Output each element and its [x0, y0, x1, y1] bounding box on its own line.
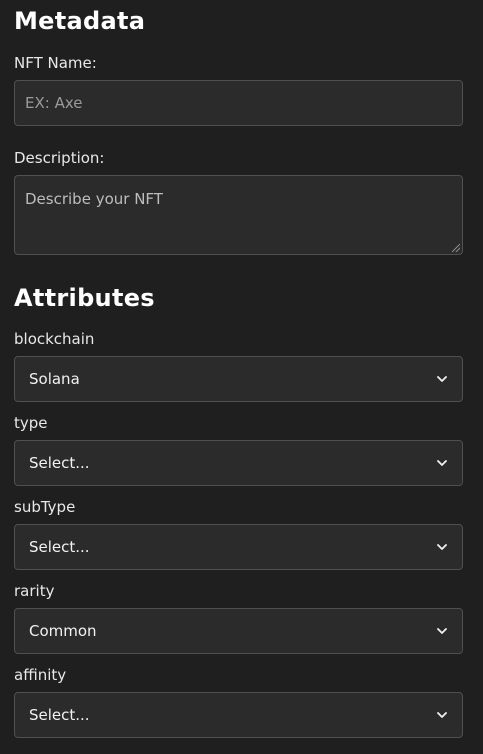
rarity-selected-value: Common — [29, 622, 97, 640]
attributes-heading: Attributes — [14, 284, 155, 312]
blockchain-selected-value: Solana — [29, 370, 80, 388]
description-textarea[interactable]: Describe your NFT — [14, 175, 463, 255]
type-select[interactable]: Select... — [14, 440, 463, 486]
nft-name-placeholder: EX: Axe — [25, 94, 83, 112]
blockchain-select[interactable]: Solana — [14, 356, 463, 402]
subtype-label: subType — [14, 498, 76, 516]
affinity-selected-value: Select... — [29, 706, 90, 724]
resize-grip-icon[interactable] — [452, 244, 460, 252]
chevron-down-icon — [436, 457, 448, 469]
chevron-down-icon — [436, 709, 448, 721]
nft-name-label: NFT Name: — [14, 54, 97, 72]
chevron-down-icon — [436, 373, 448, 385]
affinity-label: affinity — [14, 666, 67, 684]
affinity-select[interactable]: Select... — [14, 692, 463, 738]
type-selected-value: Select... — [29, 454, 90, 472]
type-label: type — [14, 414, 48, 432]
nft-form: Metadata NFT Name: EX: Axe Description: … — [0, 0, 483, 754]
rarity-label: rarity — [14, 582, 55, 600]
description-placeholder: Describe your NFT — [25, 190, 163, 208]
rarity-select[interactable]: Common — [14, 608, 463, 654]
description-label: Description: — [14, 149, 105, 167]
nft-name-input[interactable]: EX: Axe — [14, 80, 463, 126]
subtype-select[interactable]: Select... — [14, 524, 463, 570]
subtype-selected-value: Select... — [29, 538, 90, 556]
chevron-down-icon — [436, 625, 448, 637]
blockchain-label: blockchain — [14, 330, 95, 348]
chevron-down-icon — [436, 541, 448, 553]
metadata-heading: Metadata — [14, 7, 146, 35]
